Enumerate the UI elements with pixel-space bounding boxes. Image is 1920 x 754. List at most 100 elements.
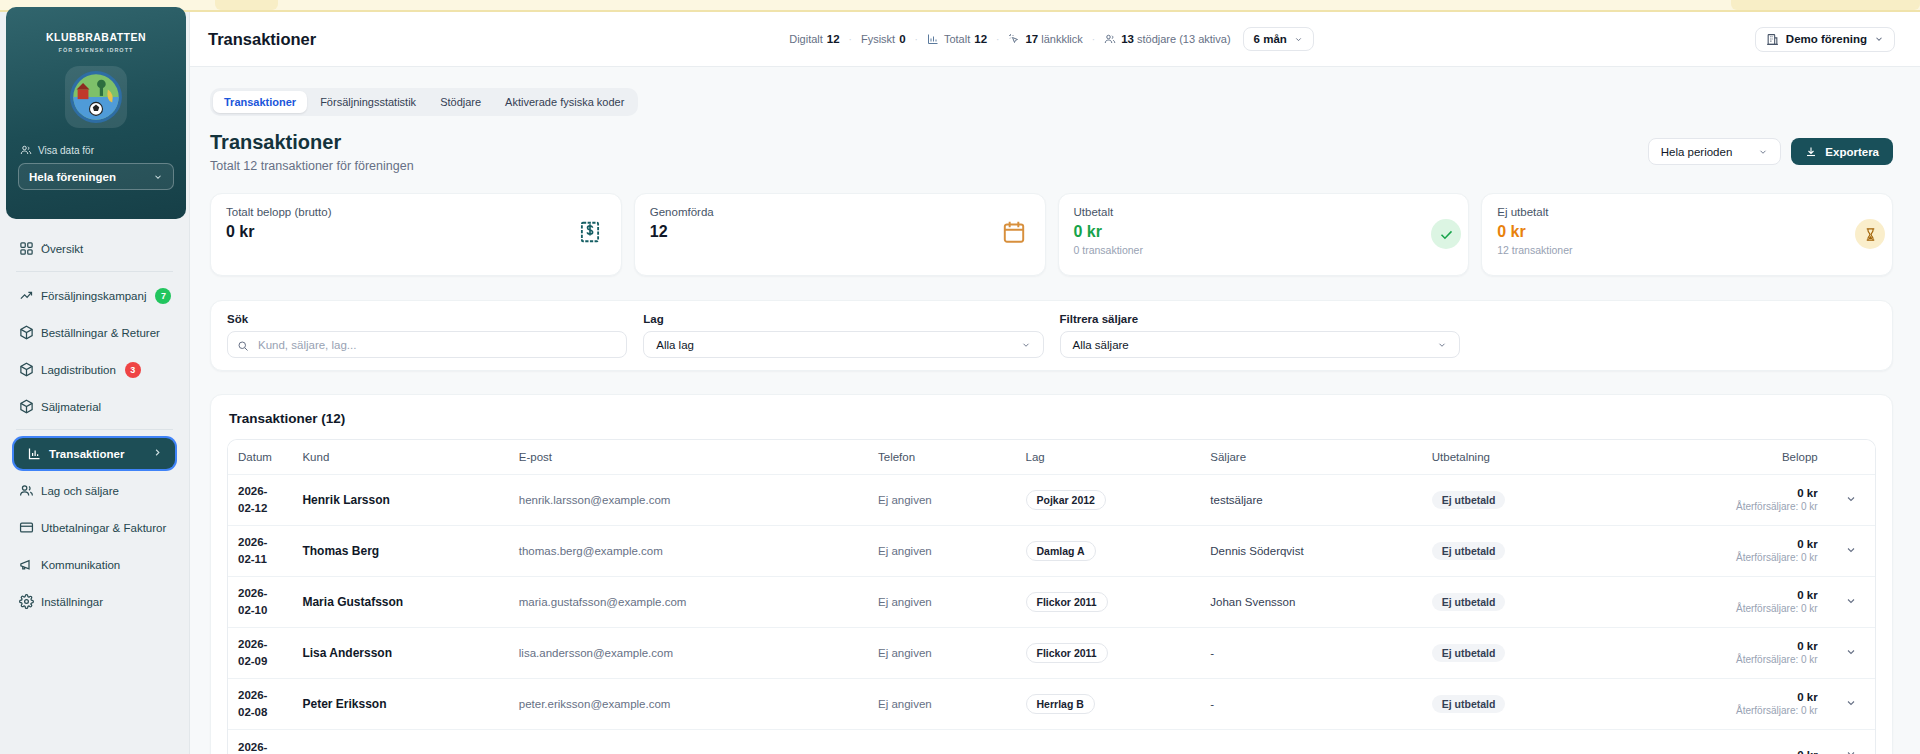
stat-card-sub: 12 transaktioner (1497, 244, 1877, 256)
table-row[interactable]: 2026-02-10Maria Gustafssonmaria.gustafss… (228, 576, 1875, 627)
saljare-select[interactable]: Alla säljare (1060, 331, 1460, 358)
stat-fysiskt: Fysiskt0 (861, 33, 906, 45)
cell-belopp: 0 kr (1726, 729, 1828, 754)
sidebar-item-transaktioner[interactable]: Transaktioner (14, 438, 175, 469)
column-header-utbetalning: Utbetalning (1422, 440, 1726, 474)
filter-card: Sök Lag Alla lag Filtrera säljare (210, 300, 1893, 371)
package-icon (18, 399, 34, 415)
scope-select-value: Hela föreningen (29, 171, 116, 183)
stat-card-label: Ej utbetalt (1497, 206, 1877, 218)
cell-epost: lisa.andersson@example.com (509, 627, 868, 678)
table-row[interactable]: 2026-02-09Lisa Anderssonlisa.andersson@e… (228, 627, 1875, 678)
column-header-lag: Lag (1016, 440, 1201, 474)
stat-card-label: Totalt belopp (brutto) (226, 206, 606, 218)
period-quick-select[interactable]: 6 mån (1243, 27, 1314, 51)
cell-telefon: Ej angiven (868, 576, 1016, 627)
sidebar-item-label: Utbetalningar & Fakturor (41, 522, 166, 534)
cell-kund: Henrik Larsson (292, 474, 508, 525)
stat-card-value: 12 (650, 223, 1030, 241)
sidebar-item-kommunikation[interactable]: Kommunikation (8, 549, 181, 580)
sidebar-item-utbetalningar-fakturor[interactable]: Utbetalningar & Fakturor (8, 512, 181, 543)
sidebar-item-s-ljmaterial[interactable]: Säljmaterial (8, 391, 181, 422)
sidebar-item-label: Översikt (41, 243, 83, 255)
cell-lag: Damlag A (1016, 525, 1201, 576)
tab-f-rs-ljningsstatistik[interactable]: Försäljningsstatistik (309, 91, 427, 113)
notification-badge: 3 (125, 362, 141, 378)
stat-card-utbetalt: Utbetalt0 kr0 transaktioner (1058, 193, 1470, 276)
tab-bar: TransaktionerFörsäljningsstatistikStödja… (210, 88, 638, 116)
lag-select[interactable]: Alla lag (643, 331, 1043, 358)
cell-lag (1016, 729, 1201, 754)
sidebar-item-lag-och-s-ljare[interactable]: Lag och säljare (8, 475, 181, 506)
column-header-s-ljare: Säljare (1200, 440, 1421, 474)
stat-card-label: Genomförda (650, 206, 1030, 218)
table-title: Transaktioner (12) (229, 411, 1876, 426)
expand-row-button[interactable] (1828, 576, 1875, 627)
chevron-down-icon (153, 172, 163, 182)
stat-card-value: 0 kr (226, 223, 606, 241)
sidebar-item--versikt[interactable]: Översikt (8, 233, 181, 264)
expand-row-button[interactable] (1828, 525, 1875, 576)
period-select[interactable]: Hela perioden (1648, 138, 1782, 165)
header-stats: Digitalt12 · Fysiskt0 · Totalt12 · 17 lä… (789, 27, 1314, 51)
table-row[interactable]: 2026-02-08Peter Erikssonpeter.eriksson@e… (228, 678, 1875, 729)
tab-st-djare[interactable]: Stödjare (429, 91, 492, 113)
cursor-click-icon (1008, 33, 1020, 45)
sidebar-item-label: Säljmaterial (41, 401, 101, 413)
cell-utbetalning: Ej utbetald (1422, 474, 1726, 525)
cell-utbetalning: Ej utbetald (1422, 525, 1726, 576)
column-header-datum: Datum (228, 440, 292, 474)
cell-belopp: 0 krÅterförsäljare: 0 kr (1726, 627, 1828, 678)
search-input[interactable] (227, 331, 627, 358)
transactions-table: DatumKundE-postTelefonLagSäljareUtbetaln… (228, 440, 1875, 754)
cell-epost: maria.gustafsson@example.com (509, 576, 868, 627)
cell-epost: henrik.larsson@example.com (509, 474, 868, 525)
expand-row-button[interactable] (1828, 627, 1875, 678)
cell-datum: 2026-02-07 (228, 729, 292, 754)
chevron-down-icon (1437, 340, 1447, 350)
table-row[interactable]: 2026-02-11Thomas Bergthomas.berg@example… (228, 525, 1875, 576)
sidebar-item-label: Lagdistribution (41, 364, 116, 376)
sidebar-item-label: Försäljningskampanj (41, 290, 146, 302)
cell-telefon: Ej angiven (868, 627, 1016, 678)
cell-saljare: testsäljare (1200, 474, 1421, 525)
scope-select[interactable]: Hela föreningen (18, 163, 174, 190)
cell-telefon (868, 729, 1016, 754)
export-button[interactable]: Exportera (1791, 138, 1893, 165)
sidebar-item-lagdistribution[interactable]: Lagdistribution 3 (8, 354, 181, 385)
demo-banner (0, 0, 1920, 12)
filter-search: Sök (227, 313, 627, 358)
cell-utbetalning: Ej utbetald (1422, 576, 1726, 627)
stat-stodjare: 13 stödjare (13 aktiva) (1121, 33, 1230, 45)
expand-row-button[interactable] (1828, 678, 1875, 729)
lag-label: Lag (643, 313, 1043, 325)
tab-aktiverade-fysiska-koder[interactable]: Aktiverade fysiska koder (494, 91, 635, 113)
sidebar-item-best-llningar-returer[interactable]: Beställningar & Returer (8, 317, 181, 348)
table-row[interactable]: 2026-02-07 0 kr (228, 729, 1875, 754)
search-label: Sök (227, 313, 627, 325)
club-logo-emblem (69, 70, 123, 124)
notification-badge: 7 (155, 288, 171, 304)
cell-saljare: Johan Svensson (1200, 576, 1421, 627)
expand-row-button[interactable] (1828, 729, 1875, 754)
tab-transaktioner[interactable]: Transaktioner (213, 91, 307, 113)
grid-icon (18, 241, 34, 257)
cell-kund: Peter Eriksson (292, 678, 508, 729)
table-row[interactable]: 2026-02-12Henrik Larssonhenrik.larsson@e… (228, 474, 1875, 525)
card-icon (18, 520, 34, 536)
expand-row-button[interactable] (1828, 474, 1875, 525)
cell-lag: Pojkar 2012 (1016, 474, 1201, 525)
sidebar-item-inst-llningar[interactable]: Inställningar (8, 586, 181, 617)
package-icon (18, 325, 34, 341)
org-select-button[interactable]: Demo förening (1755, 27, 1895, 52)
org-select-value: Demo förening (1786, 33, 1867, 45)
cell-epost: peter.eriksson@example.com (509, 678, 868, 729)
visa-data-row: Visa data för (20, 144, 172, 156)
page-title: Transaktioner (210, 131, 414, 154)
cell-utbetalning: Ej utbetald (1422, 678, 1726, 729)
sidebar-item-f-rs-ljningskampanj[interactable]: Försäljningskampanj 7 (8, 280, 181, 311)
stat-digitalt: Digitalt12 (789, 33, 839, 45)
package-icon (18, 362, 34, 378)
cell-belopp: 0 krÅterförsäljare: 0 kr (1726, 525, 1828, 576)
cell-datum: 2026-02-08 (228, 678, 292, 729)
